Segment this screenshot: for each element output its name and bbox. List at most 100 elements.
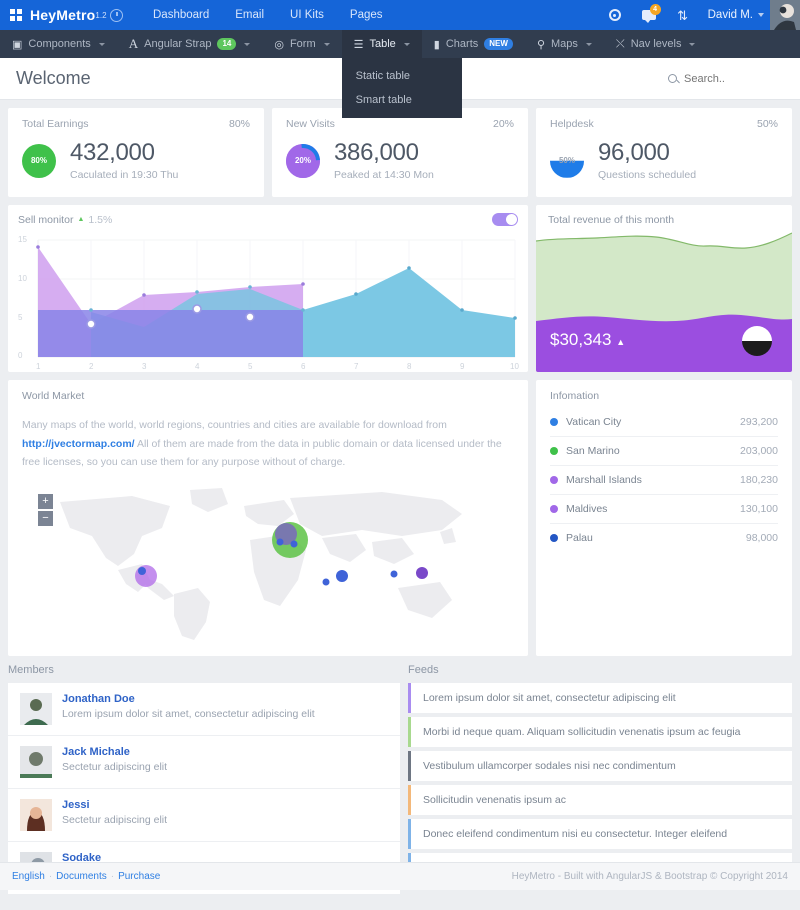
stat-card-new-visits: New Visits 20% 20% 386,000 Peaked at 14:… [272,108,528,197]
desc-part-1: Many maps of the world, world regions, c… [22,419,447,431]
messages-badge: 4 [650,4,661,15]
information-title: Infomation [550,390,778,402]
bottom-row: Members Jonathan Doe Lorem ipsum dolor s… [8,664,792,894]
search-icon [668,74,677,83]
map-marker [391,570,398,577]
x-tick-10: 10 [510,362,519,371]
subnav-item-charts[interactable]: ▮ Charts NEW [422,30,525,58]
map-marker [277,538,284,545]
nav-email[interactable]: Email [223,2,276,28]
clock-icon[interactable] [110,9,123,22]
info-value: 130,100 [740,503,778,515]
list-item[interactable]: Jack Michale Sectetur adipiscing elit [8,736,400,789]
chevron-down-icon [324,43,330,46]
feed-item[interactable]: Lorem ipsum dolor sit amet, consectetur … [408,683,792,713]
feed-item[interactable]: Sollicitudin venenatis ipsum ac [408,785,792,815]
avatar[interactable] [770,0,800,30]
chevron-down-icon [404,43,410,46]
list-item[interactable]: Jonathan Doe Lorem ipsum dolor sit amet,… [8,683,400,736]
subnav-item-maps[interactable]: ⚲ Maps [525,30,604,58]
map-marker [135,565,157,587]
subnav-item-form[interactable]: ◎ Form [262,30,341,58]
color-dot [550,447,558,455]
x-tick-5: 5 [248,362,252,371]
messages-button[interactable]: 4 [632,0,666,30]
download-button[interactable]: ⇅ [666,0,700,30]
world-map[interactable]: + − [22,484,514,644]
stat-subtitle: Caculated in 19:30 Thu [70,169,178,181]
stat-card-helpdesk: Helpdesk 50% 50% 96,000 Questions schedu… [536,108,792,197]
zoom-out-button[interactable]: − [38,511,53,526]
revenue-title: Total revenue of this month [548,214,674,226]
user-name[interactable]: David M. [700,9,758,21]
shuffle-icon: ⤬ [616,38,625,51]
subnav-item-nav-levels[interactable]: ⤬ Nav levels [604,30,708,58]
feed-item[interactable]: Morbi id neque quam. Aliquam sollicitudi… [408,717,792,747]
members-section: Members Jonathan Doe Lorem ipsum dolor s… [8,664,400,894]
map-marker [336,570,348,582]
feed-item[interactable]: Donec eleifend condimentum nisi eu conse… [408,819,792,849]
footer-link-english[interactable]: English [12,871,45,882]
info-row: Marshall Islands 180,230 [550,466,778,495]
y-tick-0: 0 [18,351,22,360]
search-input[interactable] [684,73,784,85]
chevron-down-icon [586,43,592,46]
chevron-down-icon[interactable] [758,13,764,17]
map-marker [416,567,428,579]
info-value: 180,230 [740,474,778,486]
stat-percent: 50% [757,118,778,130]
x-tick-2: 2 [89,362,93,371]
sell-monitor-toggle[interactable] [492,213,518,226]
footer-link-purchase[interactable]: Purchase [118,871,160,882]
avatar-image [20,746,52,778]
zoom-in-button[interactable]: + [38,494,53,509]
feed-item[interactable]: Vestibulum ullamcorper sodales nisi nec … [408,751,792,781]
map-marker [138,567,146,575]
chevron-down-icon [689,43,695,46]
settings-button[interactable] [598,0,632,30]
subnav-item-angular-strap[interactable]: A Angular Strap 14 [117,30,263,58]
stats-row: Total Earnings 80% 80% 432,000 Caculated… [8,108,792,197]
search-box[interactable] [668,73,784,85]
stat-percent: 20% [493,118,514,130]
stat-body: 50% 96,000 Questions scheduled [550,140,778,181]
y-tick-5: 5 [18,313,22,322]
stat-header: Helpdesk 50% [550,118,778,130]
member-description: Sectetur adipiscing elit [62,761,167,773]
menu-item-smart-table[interactable]: Smart table [342,88,462,112]
download-icon: ⇅ [677,9,688,22]
footer-link-documents[interactable]: Documents [56,871,107,882]
world-market-title: World Market [22,390,514,402]
brand-version: 1.2 [95,11,106,20]
nav-dashboard[interactable]: Dashboard [141,2,221,28]
brand-logo[interactable]: HeyMetro1.2 [0,7,110,23]
x-tick-8: 8 [407,362,411,371]
page-footer: English · Documents · Purchase HeyMetro … [0,862,800,890]
sell-monitor-trend: 1.5% [88,214,112,226]
member-name[interactable]: Jack Michale [62,746,167,758]
progress-donut: 20% [286,144,320,178]
list-item[interactable]: Jessi Sectetur adipiscing elit [8,789,400,842]
stat-card-total-earnings: Total Earnings 80% 80% 432,000 Caculated… [8,108,264,197]
stat-value: 386,000 [334,140,434,166]
charts-row: Sell monitor ▲ 1.5% [8,205,792,372]
menu-item-static-table[interactable]: Static table [342,64,462,88]
avatar [20,693,52,725]
info-row: San Marino 203,000 [550,437,778,466]
subnav-item-table[interactable]: ☰ Table Static table Smart table [342,30,422,58]
members-title: Members [8,664,400,676]
jvectormap-link[interactable]: http://jvectormap.com/ [22,438,135,450]
donut-label: 50% [559,156,575,165]
info-row: Maldives 130,100 [550,495,778,524]
nav-pages[interactable]: Pages [338,2,395,28]
stat-subtitle: Peaked at 14:30 Mon [334,169,434,181]
member-name[interactable]: Jessi [62,799,167,811]
top-navigation-bar: HeyMetro1.2 Dashboard Email UI Kits Page… [0,0,800,30]
sell-monitor-title: Sell monitor [18,214,73,226]
revenue-card: Total revenue of this month $30,343 ▲ [536,205,792,372]
subnav-item-components[interactable]: ▣ Components [0,30,117,58]
member-name[interactable]: Jonathan Doe [62,693,315,705]
gear-icon [609,9,621,21]
avatar [20,799,52,831]
nav-ui-kits[interactable]: UI Kits [278,2,336,28]
